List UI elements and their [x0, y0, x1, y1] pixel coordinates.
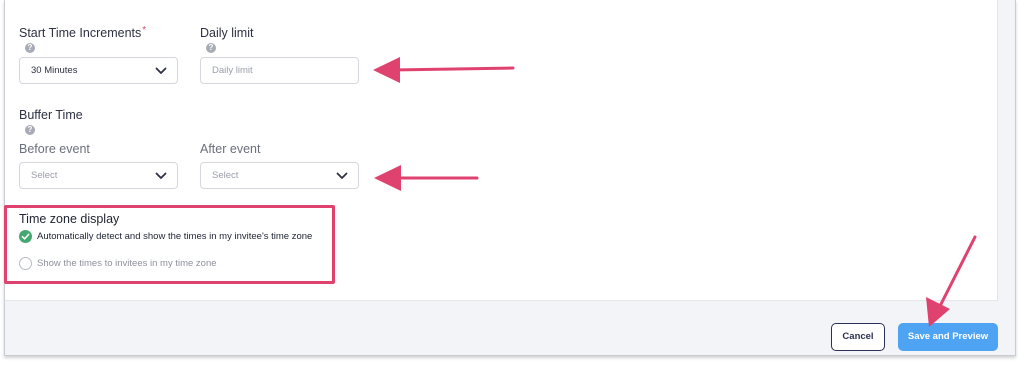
annotation-arrow-daily-limit: [373, 57, 515, 83]
annotation-arrow-after-event: [374, 165, 479, 191]
annotation-arrow-save-button: [926, 235, 977, 327]
annotation-arrows: [373, 57, 977, 327]
